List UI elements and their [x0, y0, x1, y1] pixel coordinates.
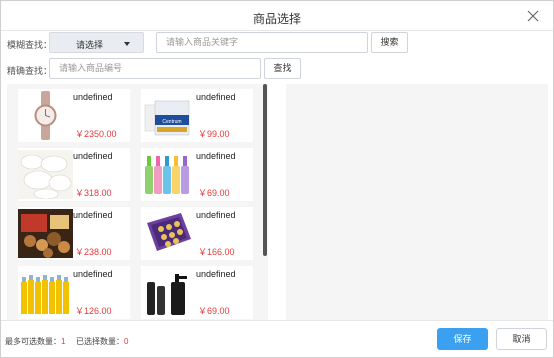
dialog-header: 商品选择 — [1, 1, 553, 31]
product-price: ￥69.00 — [198, 188, 230, 198]
product-code-input[interactable]: 请输入商品编号 — [49, 58, 261, 79]
svg-text:Centrum: Centrum — [162, 119, 181, 125]
max-selectable-label: 最多可选数量： — [5, 337, 61, 346]
vitamin-box-image: Centrum — [141, 91, 196, 140]
search-button[interactable]: 搜索 — [371, 32, 408, 53]
chocolate-box-image — [141, 209, 196, 258]
product-price: ￥126.00 — [75, 306, 112, 316]
product-card[interactable]: undefined ￥166.00 — [141, 207, 253, 260]
product-name: undefined — [73, 269, 113, 279]
category-select-dropdown[interactable]: 请选择 — [49, 32, 144, 53]
product-card[interactable]: Centrum undefined ￥99.00 — [141, 89, 253, 142]
selected-count-value: 0 — [124, 337, 129, 346]
product-card[interactable]: undefined ￥2350.00 — [18, 89, 130, 142]
product-card[interactable]: undefined ￥238.00 — [18, 207, 130, 260]
cancel-button[interactable]: 取消 — [496, 328, 547, 350]
max-selectable-value: 1 — [61, 337, 66, 346]
product-card[interactable]: undefined ￥69.00 — [141, 148, 253, 201]
juice-bottles-image — [18, 268, 73, 317]
keyword-input[interactable]: 请输入商品关键字 — [156, 32, 368, 53]
product-select-dialog: 商品选择 模糊查找： 请选择 请输入商品关键字 搜索 精确查找： 请输入商品编号… — [0, 0, 554, 358]
product-name: undefined — [73, 92, 113, 102]
max-selectable-stat: 最多可选数量：1 — [5, 336, 65, 347]
selected-count-stat: 已选择数量：0 — [76, 336, 128, 347]
product-card[interactable]: undefined ￥69.00 — [141, 266, 253, 319]
dialog-footer: 最多可选数量：1 已选择数量：0 保存 取消 — [1, 320, 553, 357]
product-card[interactable]: undefined ￥126.00 — [18, 266, 130, 319]
product-name: undefined — [196, 92, 236, 102]
product-name: undefined — [73, 210, 113, 220]
product-name: undefined — [73, 151, 113, 161]
product-price: ￥69.00 — [198, 306, 230, 316]
product-list-panel: undefined ￥2350.00 Centrum undefined ￥99… — [7, 84, 268, 321]
product-price: ￥166.00 — [198, 247, 235, 257]
list-scrollbar[interactable] — [263, 84, 267, 256]
tableware-image — [18, 150, 73, 199]
product-name: undefined — [196, 151, 236, 161]
product-name: undefined — [196, 210, 236, 220]
find-button[interactable]: 查找 — [264, 58, 301, 79]
selected-products-panel — [286, 84, 548, 321]
product-price: ￥238.00 — [75, 247, 112, 257]
exact-search-label: 精确查找： — [7, 66, 53, 76]
product-price: ￥318.00 — [75, 188, 112, 198]
save-button[interactable]: 保存 — [437, 328, 488, 350]
caret-down-icon — [124, 42, 130, 46]
dialog-title: 商品选择 — [252, 12, 301, 26]
product-price: ￥99.00 — [198, 129, 230, 139]
product-name: undefined — [196, 269, 236, 279]
watch-image — [18, 91, 73, 140]
cosmetics-set-image — [141, 268, 196, 317]
bottles-image — [141, 150, 196, 199]
product-card[interactable]: undefined ￥318.00 — [18, 148, 130, 201]
category-select-label: 请选择 — [76, 40, 104, 50]
product-price: ￥2350.00 — [75, 129, 117, 139]
fuzzy-search-label: 模糊查找： — [7, 40, 53, 50]
selected-count-label: 已选择数量： — [76, 337, 124, 346]
close-icon[interactable] — [527, 10, 539, 22]
nuts-gift-box-image — [18, 209, 73, 258]
